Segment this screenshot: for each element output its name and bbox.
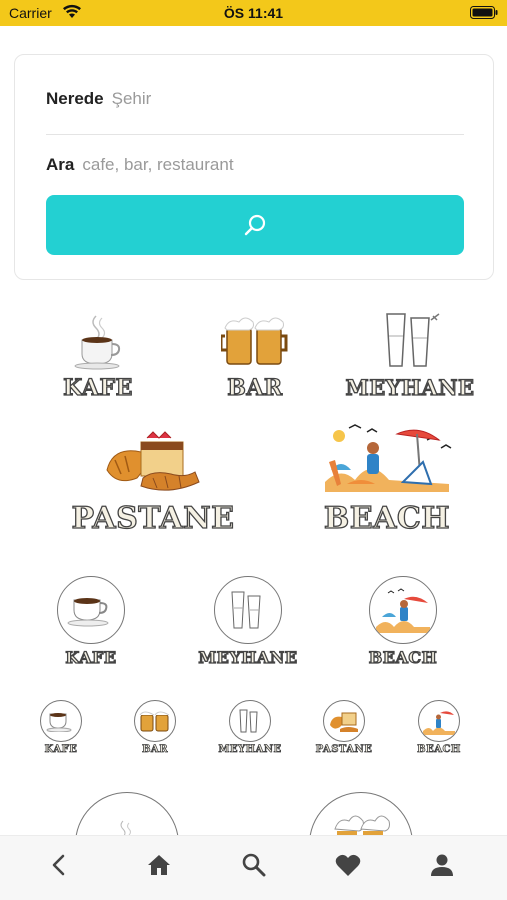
beer-mugs-icon bbox=[334, 815, 390, 835]
category-bar[interactable]: BAR bbox=[205, 312, 305, 402]
category-circle bbox=[418, 700, 460, 742]
clock: ÖS 11:41 bbox=[223, 5, 284, 21]
category-pastane-small[interactable]: PASTANE bbox=[306, 700, 382, 755]
raki-glasses-icon bbox=[239, 709, 258, 733]
category-pastane[interactable]: PASTANE bbox=[58, 430, 248, 537]
category-meyhane-small[interactable]: MEYHANE bbox=[210, 700, 290, 755]
category-beach[interactable]: BEACH bbox=[312, 422, 462, 537]
category-beach-circle[interactable]: BEACH bbox=[360, 576, 446, 668]
find-label: Ara bbox=[46, 155, 75, 174]
search-icon bbox=[244, 214, 266, 236]
search-card: Nerede Şehir Ara cafe, bar, restaurant bbox=[14, 54, 494, 280]
category-kafe-small[interactable]: KAFE bbox=[36, 700, 86, 755]
category-circle bbox=[214, 576, 282, 644]
category-circle bbox=[369, 576, 437, 644]
category-circle bbox=[323, 700, 365, 742]
category-label: BEACH bbox=[417, 744, 461, 756]
tab-favorites[interactable] bbox=[328, 850, 368, 880]
where-row[interactable]: Nerede Şehir bbox=[46, 89, 151, 109]
category-label: BEACH bbox=[323, 500, 451, 536]
find-row[interactable]: Ara cafe, bar, restaurant bbox=[46, 155, 234, 175]
coffee-cup-icon bbox=[67, 598, 109, 627]
category-label: BAR bbox=[141, 744, 169, 756]
tab-bar bbox=[0, 835, 507, 900]
tab-back[interactable] bbox=[39, 850, 79, 880]
category-beach-small[interactable]: BEACH bbox=[412, 700, 466, 755]
pastries-icon bbox=[106, 431, 200, 491]
coffee-cup-icon bbox=[74, 315, 121, 370]
where-label: Nerede bbox=[46, 89, 104, 108]
status-bar: Carrier ÖS 11:41 bbox=[0, 0, 507, 26]
pastries-icon bbox=[330, 712, 358, 732]
category-circle bbox=[57, 576, 125, 644]
search-icon bbox=[242, 853, 266, 877]
category-circle bbox=[75, 792, 179, 835]
category-label: KAFE bbox=[44, 744, 78, 756]
raki-glasses-icon bbox=[231, 591, 261, 629]
category-meyhane[interactable]: MEYHANE bbox=[330, 310, 490, 401]
category-label: BEACH bbox=[368, 647, 438, 667]
category-bar-large-circle[interactable] bbox=[308, 792, 414, 835]
category-bar-small[interactable]: BAR bbox=[130, 700, 180, 755]
category-circle bbox=[134, 700, 176, 742]
category-label: MEYHANE bbox=[218, 744, 282, 756]
home-icon bbox=[148, 855, 170, 875]
category-label: PASTANE bbox=[315, 744, 373, 756]
search-button[interactable] bbox=[46, 195, 464, 255]
category-kafe-large-circle[interactable] bbox=[74, 792, 180, 835]
beer-mugs-icon bbox=[139, 711, 170, 732]
divider bbox=[46, 134, 464, 135]
raki-glasses-icon bbox=[386, 313, 440, 367]
category-meyhane-circle[interactable]: MEYHANE bbox=[188, 576, 308, 668]
category-kafe[interactable]: KAFE bbox=[44, 312, 152, 402]
beach-scene-icon bbox=[376, 588, 430, 633]
category-label: MEYHANE bbox=[198, 647, 298, 667]
beach-scene-icon bbox=[423, 711, 455, 735]
category-label: KAFE bbox=[65, 647, 117, 667]
tab-home[interactable] bbox=[139, 850, 179, 880]
heart-icon bbox=[335, 854, 361, 876]
category-kafe-circle[interactable]: KAFE bbox=[48, 576, 134, 668]
tab-profile[interactable] bbox=[422, 850, 462, 880]
category-label: MEYHANE bbox=[345, 374, 475, 400]
battery-icon bbox=[470, 6, 498, 23]
search-input[interactable]: cafe, bar, restaurant bbox=[82, 155, 233, 175]
category-label: KAFE bbox=[63, 374, 133, 401]
category-label: BAR bbox=[227, 374, 283, 401]
category-circle bbox=[309, 792, 413, 835]
category-circle bbox=[40, 700, 82, 742]
tab-search[interactable] bbox=[234, 850, 274, 880]
coffee-cup-icon bbox=[46, 713, 72, 732]
city-input[interactable]: Şehir bbox=[112, 89, 152, 109]
beach-scene-icon bbox=[325, 424, 452, 492]
beer-mugs-icon bbox=[219, 317, 288, 365]
coffee-cup-icon bbox=[120, 820, 131, 835]
category-label: PASTANE bbox=[71, 500, 235, 536]
back-icon bbox=[52, 854, 65, 876]
profile-icon bbox=[431, 854, 453, 876]
category-circle bbox=[229, 700, 271, 742]
